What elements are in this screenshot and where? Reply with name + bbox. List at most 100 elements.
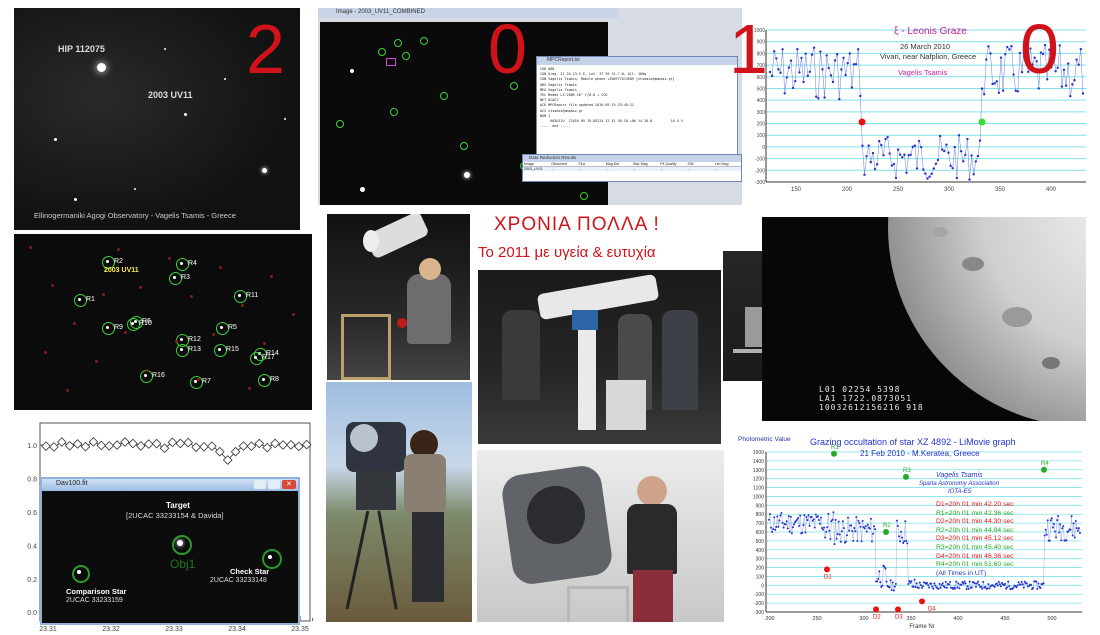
- data-point: [1055, 536, 1058, 539]
- data-point: [937, 587, 940, 590]
- data-point: [1079, 48, 1082, 51]
- event-time-entry: D4=20h 01 min 46.36 sec: [936, 552, 1014, 560]
- results-cell: ...: [605, 167, 609, 171]
- field-star-label: R12: [188, 336, 201, 343]
- data-point: [1062, 525, 1065, 528]
- asteroid-label: 2003 UV11: [148, 90, 193, 100]
- data-point: [859, 94, 862, 98]
- data-point: [876, 580, 879, 583]
- data-point: [934, 584, 937, 587]
- xi-place: Vivari, near Nafplion, Greece: [880, 52, 977, 61]
- data-point: [1021, 583, 1024, 586]
- data-point: [810, 53, 814, 56]
- y-tick-label: 0: [762, 145, 765, 151]
- dav-close-icon[interactable]: ✕: [282, 480, 296, 489]
- data-point: [954, 587, 957, 590]
- greeting-line1: ΧΡΟΝΙΑ ΠΟΛΛΑ !: [494, 214, 660, 235]
- data-point: [940, 584, 943, 587]
- data-point: [794, 79, 797, 83]
- x-tick-label: 250: [893, 187, 904, 193]
- data-point: [987, 45, 990, 48]
- light-curve-point: [199, 441, 209, 452]
- data-point: [778, 519, 781, 522]
- data-point: [945, 143, 948, 146]
- event-marker: [824, 566, 830, 573]
- data-point: [964, 153, 967, 157]
- data-point: [770, 526, 773, 529]
- data-point: [1014, 89, 1017, 92]
- field-star-label: R10: [139, 320, 152, 327]
- y-tick-label: 0.6: [27, 510, 37, 517]
- event-marker-label: R4: [1041, 461, 1049, 467]
- results-header-cell: Mag.Est: [605, 162, 619, 166]
- light-curve-point: [254, 438, 265, 449]
- field-star: [218, 348, 221, 351]
- data-point: [966, 585, 969, 588]
- data-point: [789, 515, 792, 518]
- data-point: [879, 581, 882, 584]
- field-faint-star: [292, 313, 295, 316]
- data-point: [943, 586, 946, 589]
- data-point: [928, 586, 931, 589]
- data-point: [791, 526, 794, 529]
- data-point: [893, 585, 896, 588]
- data-point: [915, 167, 919, 170]
- y-tick-label: 1400: [753, 459, 764, 465]
- data-point: [1006, 45, 1009, 49]
- data-point: [854, 63, 858, 66]
- data-point: [851, 529, 854, 532]
- light-curve-point: [262, 442, 273, 453]
- data-point: [844, 540, 847, 543]
- data-point: [934, 162, 938, 166]
- field-chart: R1 R2 R3 R4 R5 R6 R7 R8 R9 R10 R11 R12 R13 R14 R15 R16 R…: [14, 234, 312, 410]
- data-point: [1069, 528, 1072, 531]
- data-point: [928, 175, 931, 178]
- data-point: [948, 581, 951, 584]
- data-point: [848, 52, 851, 55]
- field-star-label: R3: [181, 274, 190, 281]
- data-point: [835, 537, 838, 540]
- data-point: [885, 580, 888, 583]
- data-point: [871, 151, 875, 155]
- data-point: [930, 582, 933, 585]
- light-curve-point: [151, 438, 162, 449]
- y-tick-label: 600: [756, 530, 765, 536]
- results-cell: 2003_UV11: [524, 167, 543, 171]
- data-point: [889, 579, 892, 582]
- xz-event-list: D1=20h 01 min 42.20 sec R1=20h 01 min 42.…: [936, 501, 1014, 578]
- data-point: [960, 583, 963, 586]
- dav-maximize-icon[interactable]: [268, 480, 280, 489]
- data-point: [803, 513, 806, 516]
- light-curve-point: [286, 440, 296, 450]
- field-faint-star: [139, 286, 142, 289]
- data-point: [1001, 89, 1005, 92]
- results-title: Data Reduction Results: [529, 155, 577, 160]
- x-tick-label: 400: [953, 616, 962, 622]
- data-point: [1048, 539, 1051, 542]
- y-tick-label: -300: [755, 180, 765, 186]
- data-point: [863, 527, 866, 530]
- data-point: [870, 540, 873, 543]
- event-marker: [831, 450, 837, 457]
- data-point: [788, 530, 791, 533]
- data-point: [810, 515, 813, 518]
- data-point: [775, 57, 778, 60]
- data-point: [912, 585, 915, 588]
- dav-minimize-icon[interactable]: [254, 480, 266, 489]
- y-tick-label: -300: [754, 610, 764, 616]
- data-point: [886, 135, 889, 139]
- data-point: [1044, 528, 1047, 531]
- data-point: [769, 513, 772, 516]
- y-tick-label: 1300: [753, 468, 764, 474]
- data-point: [901, 156, 904, 159]
- data-point: [799, 514, 802, 517]
- light-curve-point: [207, 441, 217, 452]
- data-point: [839, 540, 842, 543]
- xz-association: Sparta Astronomy Association: [919, 481, 999, 487]
- data-point: [931, 585, 934, 588]
- data-point: [945, 586, 948, 589]
- data-point: [833, 543, 836, 546]
- data-point: [955, 176, 959, 180]
- data-point: [798, 524, 801, 527]
- event-marker-label: D4: [928, 606, 936, 612]
